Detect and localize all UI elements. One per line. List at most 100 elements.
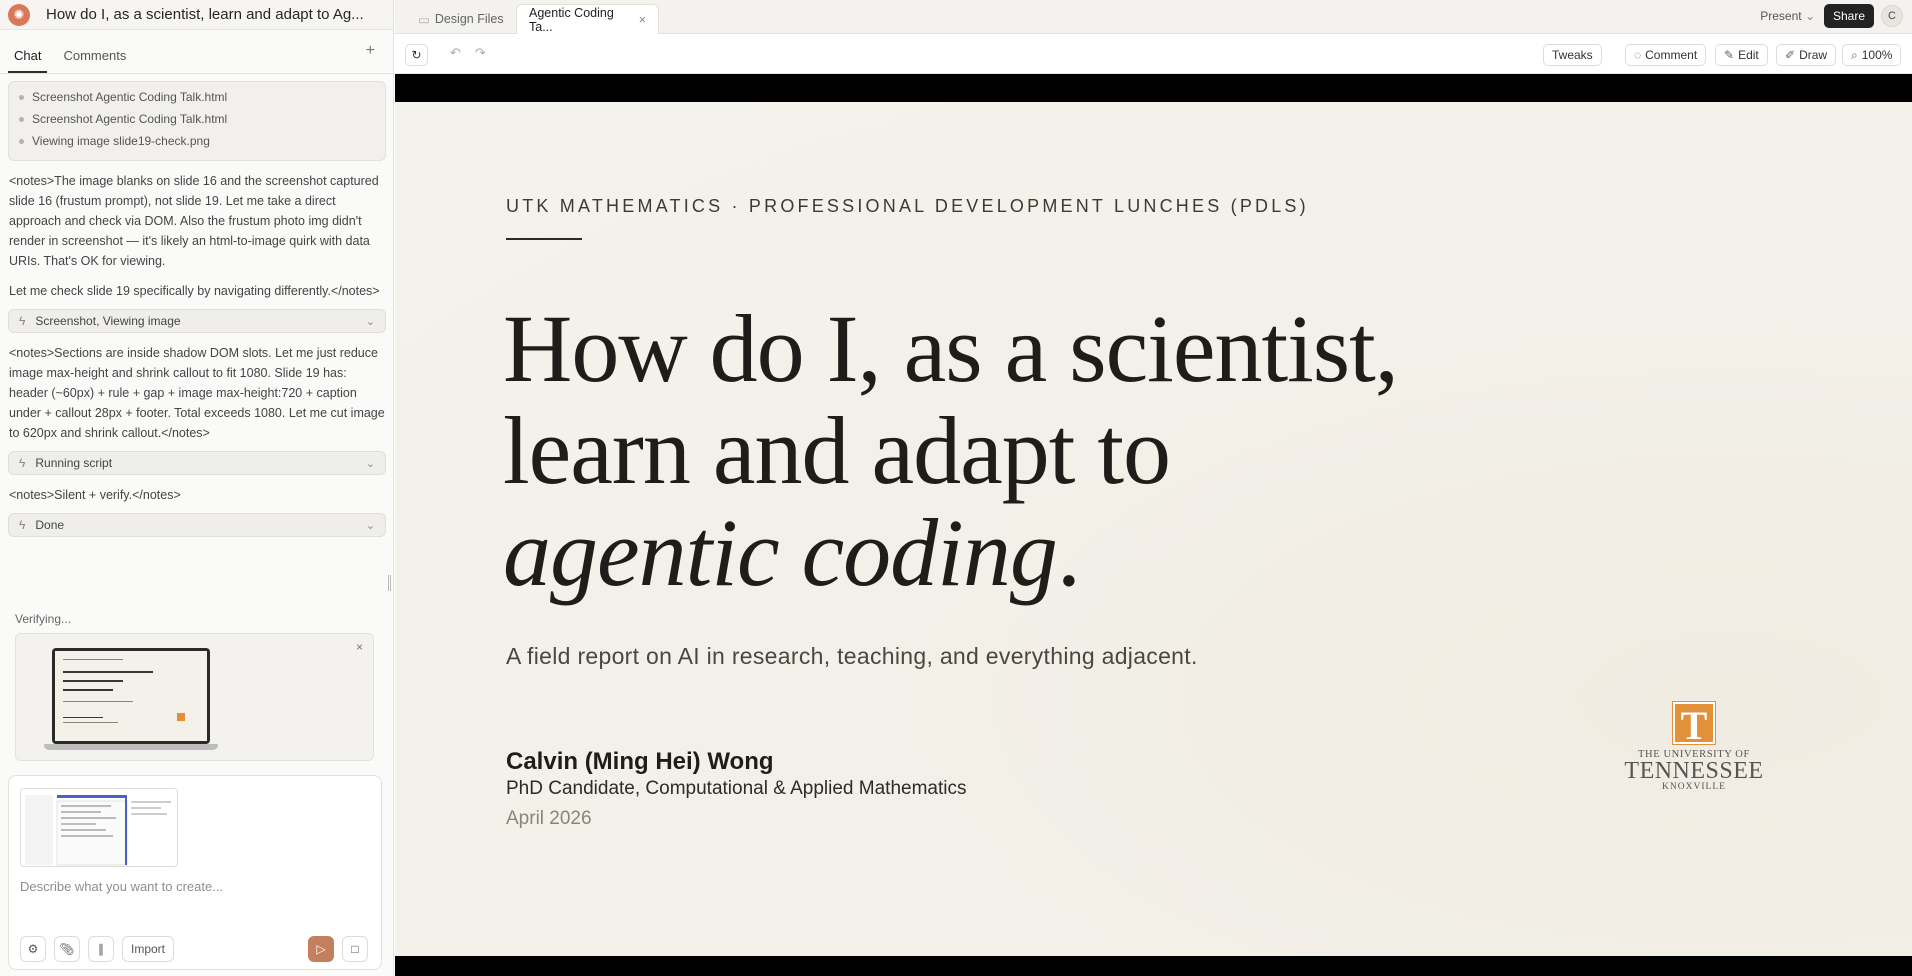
slide-thumbnail <box>55 651 207 741</box>
panel-tabs: Chat Comments + <box>0 30 393 74</box>
panel-resize-handle[interactable] <box>388 575 391 591</box>
attach-button[interactable]: 📎︎ <box>54 936 80 962</box>
tweaks-button[interactable]: Tweaks <box>1543 44 1602 66</box>
university-logo: T THE UNIVERSITY OF TENNESSEE KNOXVILLE <box>1624 702 1764 792</box>
tab-comments[interactable]: Comments <box>57 48 132 73</box>
title-slide[interactable]: UTK MATHEMATICS · PROFESSIONAL DEVELOPME… <box>395 102 1912 956</box>
project-title[interactable]: How do I, as a scientist, learn and adap… <box>46 6 376 23</box>
bullet-icon <box>19 94 24 100</box>
close-icon[interactable]: × <box>639 13 646 27</box>
bullet-icon <box>19 138 24 144</box>
lightning-icon: ϟ <box>19 314 26 328</box>
headline-line: agentic coding. <box>503 502 1398 604</box>
zoom-label: 100% <box>1861 48 1893 62</box>
send-button[interactable]: ▷ <box>308 936 334 962</box>
close-icon[interactable]: × <box>356 640 363 654</box>
author-role: PhD Candidate, Computational & Applied M… <box>506 778 967 799</box>
avatar[interactable]: C <box>1881 5 1903 27</box>
lightning-icon: ϟ <box>19 456 26 470</box>
comment-icon: ◌ <box>1634 48 1642 62</box>
headline-line: learn and adapt to <box>503 397 1171 504</box>
headline-line: How do I, as a scientist, <box>503 295 1399 402</box>
tab-design-files[interactable]: ▭ Design Files <box>406 4 516 34</box>
laptop-preview-image <box>36 648 218 750</box>
voice-button[interactable]: ∥ <box>88 936 114 962</box>
zoom-button[interactable]: ⌕ 100% <box>1842 44 1902 66</box>
share-button[interactable]: Share <box>1823 4 1874 28</box>
prompt-input[interactable] <box>20 879 370 894</box>
chevron-down-icon[interactable]: ⌄ <box>366 457 375 470</box>
lightning-icon: ϟ <box>19 518 26 532</box>
tab-chat[interactable]: Chat <box>8 48 48 73</box>
bullet-icon <box>19 116 24 122</box>
verifying-status: Verifying... <box>15 612 72 626</box>
chevron-down-icon: ⌄ <box>1804 9 1815 23</box>
assistant-note: Let me check slide 19 specifically by na… <box>9 284 380 298</box>
list-item: Screenshot Agentic Coding Talk.html <box>19 86 375 108</box>
assistant-note: <notes>Silent + verify.</notes> <box>9 488 181 502</box>
reload-button[interactable]: ↻ <box>405 44 428 66</box>
redo-icon[interactable]: ↷ <box>475 45 486 61</box>
author-name: Calvin (Ming Hei) Wong <box>506 748 774 775</box>
verify-preview-card: × <box>15 633 374 761</box>
chat-transcript[interactable]: Screenshot Agentic Coding Talk.html Scre… <box>0 75 394 600</box>
settings-button[interactable]: ⚙ <box>20 936 46 962</box>
reload-icon: ↻ <box>411 48 422 62</box>
slide-subtitle: A field report on AI in research, teachi… <box>506 643 1198 669</box>
chevron-down-icon[interactable]: ⌄ <box>366 519 375 532</box>
tool-item-label: Screenshot Agentic Coding Talk.html <box>32 112 228 126</box>
gear-icon: ⚙ <box>27 942 39 956</box>
power-t-icon: T <box>1673 702 1715 748</box>
slide-kicker: UTK MATHEMATICS · PROFESSIONAL DEVELOPME… <box>506 196 1309 216</box>
comment-label: Comment <box>1645 48 1698 62</box>
message-composer: ⚙ 📎︎ ∥ Import ▷ □ <box>8 775 382 970</box>
tool-chip-running-script[interactable]: ϟ Running script ⌄ <box>8 451 386 475</box>
chat-panel: ✺ How do I, as a scientist, learn and ad… <box>0 0 394 976</box>
project-header: ✺ How do I, as a scientist, learn and ad… <box>0 0 393 30</box>
attachment-thumbnail[interactable] <box>20 788 178 867</box>
presentation-date: April 2026 <box>506 808 592 829</box>
slide-canvas[interactable]: UTK MATHEMATICS · PROFESSIONAL DEVELOPME… <box>395 74 1912 976</box>
draw-button[interactable]: ✐ Draw <box>1776 44 1837 66</box>
stop-button[interactable]: □ <box>342 936 368 962</box>
laptop-screen <box>52 648 210 744</box>
tool-item-label: Viewing image slide19-check.png <box>32 134 210 148</box>
laptop-base <box>44 744 218 750</box>
comment-button[interactable]: ◌ Comment <box>1625 44 1707 66</box>
kicker-rule <box>506 238 582 240</box>
slide-headline: How do I, as a scientist, learn and adap… <box>503 295 1399 604</box>
tool-item-label: Screenshot Agentic Coding Talk.html <box>32 90 228 104</box>
tab-label: Design Files <box>434 12 504 26</box>
present-button[interactable]: Present ⌄ <box>1760 9 1815 23</box>
edit-label: Edit <box>1738 48 1759 62</box>
tool-chip-label: Running script <box>35 456 113 470</box>
present-label: Present <box>1760 9 1802 23</box>
draw-label: Draw <box>1799 48 1828 62</box>
zoom-icon: ⌕ <box>1851 47 1858 62</box>
chevron-down-icon[interactable]: ⌄ <box>366 315 375 328</box>
logo-text: TENNESSEE <box>1624 758 1764 784</box>
undo-icon[interactable]: ↶ <box>450 45 461 61</box>
list-item: Screenshot Agentic Coding Talk.html <box>19 108 375 130</box>
square-icon: □ <box>351 942 359 956</box>
file-tab-bar: ▭ Design Files Agentic Coding Ta... × Pr… <box>395 0 1912 34</box>
headline-period: . <box>1056 499 1081 606</box>
new-chat-button[interactable]: + <box>366 42 375 60</box>
tool-chip-done[interactable]: ϟ Done ⌄ <box>8 513 386 537</box>
tab-label: Agentic Coding Ta... <box>529 5 614 34</box>
tool-call-list: Screenshot Agentic Coding Talk.html Scre… <box>8 81 386 161</box>
tab-agentic-coding-talk[interactable]: Agentic Coding Ta... × <box>516 4 659 34</box>
send-icon: ▷ <box>316 942 326 956</box>
waveform-icon: ∥ <box>98 942 104 956</box>
headline-italic: agentic coding <box>503 499 1058 606</box>
tool-chip-label: Done <box>35 518 65 532</box>
tool-chip-label: Screenshot, Viewing image <box>35 314 181 328</box>
screenshot-thumbnail-image <box>21 789 177 866</box>
assistant-note: <notes>The image blanks on slide 16 and … <box>9 174 379 268</box>
app-logo-icon[interactable]: ✺ <box>8 3 30 26</box>
assistant-note: <notes>Sections are inside shadow DOM sl… <box>9 346 385 440</box>
edit-button[interactable]: ✎ Edit <box>1715 44 1768 66</box>
pencil-icon: ✎ <box>1724 48 1735 62</box>
tool-chip-screenshot[interactable]: ϟ Screenshot, Viewing image ⌄ <box>8 309 386 333</box>
import-button[interactable]: Import <box>122 936 174 962</box>
